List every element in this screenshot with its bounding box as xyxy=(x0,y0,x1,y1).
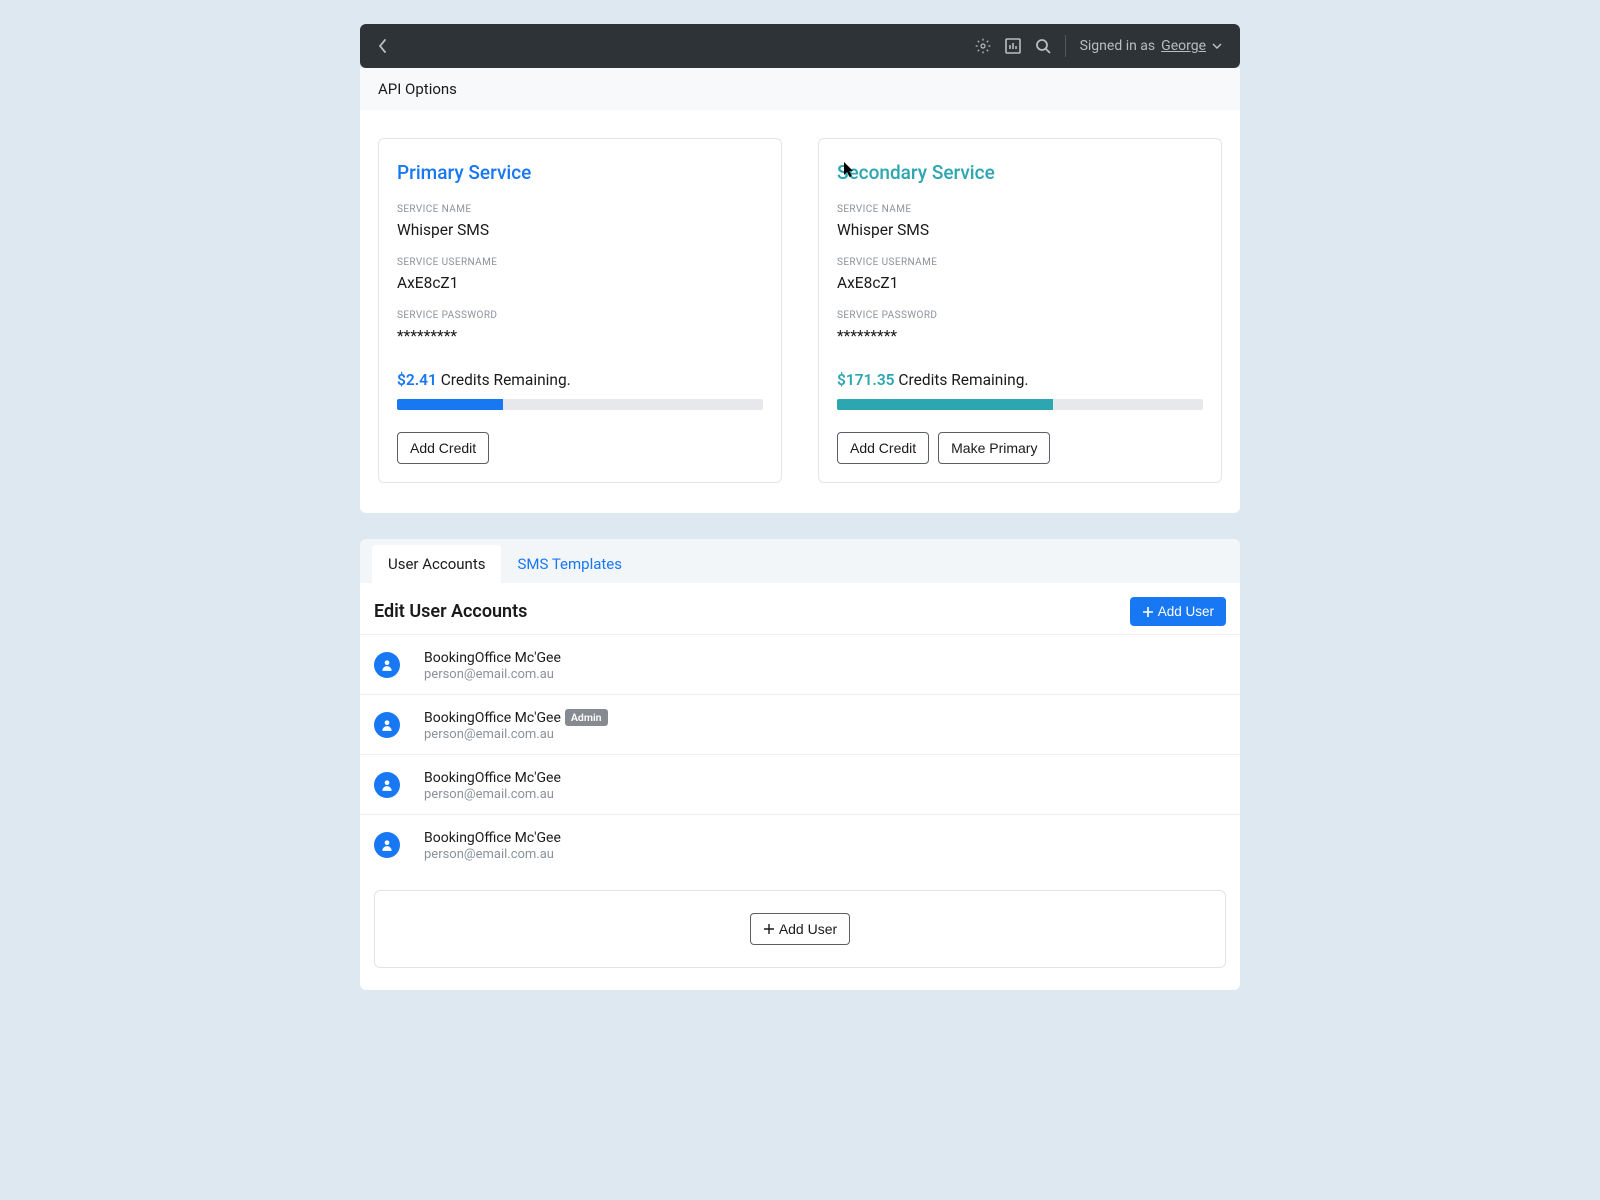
service-password: ********* xyxy=(837,327,1203,345)
tab-user-accounts[interactable]: User Accounts xyxy=(372,545,501,583)
label-service-password: SERVICE PASSWORD xyxy=(397,310,763,321)
credits-amount: $171.35 xyxy=(837,371,895,389)
admin-badge: Admin xyxy=(565,709,608,726)
secondary-service-card: Secondary Service SERVICE NAME Whisper S… xyxy=(818,138,1222,483)
add-credit-button[interactable]: Add Credit xyxy=(837,432,929,464)
user-row[interactable]: BookingOffice Mc'GeeAdminperson@email.co… xyxy=(360,694,1240,754)
user-row[interactable]: BookingOffice Mc'Geeperson@email.com.au xyxy=(360,814,1240,874)
user-row[interactable]: BookingOffice Mc'Geeperson@email.com.au xyxy=(360,634,1240,694)
primary-service-card: Primary Service SERVICE NAME Whisper SMS… xyxy=(378,138,782,483)
user-email: person@email.com.au xyxy=(424,667,565,682)
credits-line: $171.35 Credits Remaining. xyxy=(837,371,1203,389)
tabs: User Accounts SMS Templates xyxy=(360,539,1240,583)
add-user-box: Add User xyxy=(374,890,1226,968)
chart-icon[interactable] xyxy=(1005,38,1021,54)
plus-icon xyxy=(763,923,775,935)
label-service-username: SERVICE USERNAME xyxy=(397,257,763,268)
progress-bar xyxy=(397,399,763,410)
user-name: BookingOffice Mc'Gee xyxy=(424,650,561,666)
credits-amount: $2.41 xyxy=(397,371,437,389)
person-icon xyxy=(380,658,394,672)
credits-suffix: Credits Remaining. xyxy=(898,371,1028,389)
user-row[interactable]: BookingOffice Mc'Geeperson@email.com.au xyxy=(360,754,1240,814)
add-credit-button[interactable]: Add Credit xyxy=(397,432,489,464)
progress-fill xyxy=(397,399,503,410)
chevron-down-icon xyxy=(1212,43,1222,49)
username: George xyxy=(1161,38,1206,54)
user-email: person@email.com.au xyxy=(424,727,608,742)
label-service-name: SERVICE NAME xyxy=(397,204,763,215)
add-user-label: Add User xyxy=(779,921,837,937)
user-email: person@email.com.au xyxy=(424,847,565,862)
topbar: Signed in as George xyxy=(360,24,1240,68)
service-username: AxE8cZ1 xyxy=(397,274,763,292)
service-password: ********* xyxy=(397,327,763,345)
service-title: Primary Service xyxy=(397,161,763,184)
avatar xyxy=(374,652,400,678)
make-primary-button[interactable]: Make Primary xyxy=(938,432,1050,464)
avatar xyxy=(374,772,400,798)
avatar xyxy=(374,712,400,738)
label-service-password: SERVICE PASSWORD xyxy=(837,310,1203,321)
back-icon[interactable] xyxy=(378,38,387,54)
person-icon xyxy=(380,718,394,732)
tab-sms-templates[interactable]: SMS Templates xyxy=(501,545,638,583)
progress-bar xyxy=(837,399,1203,410)
accounts-panel: User Accounts SMS Templates Edit User Ac… xyxy=(360,539,1240,990)
person-icon xyxy=(380,778,394,792)
plus-icon xyxy=(1142,606,1154,618)
signed-in-label: Signed in as xyxy=(1080,38,1156,54)
divider xyxy=(1065,35,1066,57)
user-email: person@email.com.au xyxy=(424,787,565,802)
section-title: Edit User Accounts xyxy=(374,601,527,622)
credits-line: $2.41 Credits Remaining. xyxy=(397,371,763,389)
add-user-button-top[interactable]: Add User xyxy=(1130,597,1226,626)
panel-title: API Options xyxy=(360,68,1240,110)
avatar xyxy=(374,832,400,858)
person-icon xyxy=(380,838,394,852)
user-name: BookingOffice Mc'Gee xyxy=(424,710,561,726)
user-name: BookingOffice Mc'Gee xyxy=(424,770,561,786)
add-user-button-bottom[interactable]: Add User xyxy=(750,913,850,945)
credits-suffix: Credits Remaining. xyxy=(441,371,571,389)
service-title: Secondary Service xyxy=(837,161,1203,184)
add-user-label: Add User xyxy=(1158,604,1214,619)
label-service-name: SERVICE NAME xyxy=(837,204,1203,215)
user-name: BookingOffice Mc'Gee xyxy=(424,830,561,846)
progress-fill xyxy=(837,399,1053,410)
search-icon[interactable] xyxy=(1035,38,1051,54)
service-name: Whisper SMS xyxy=(837,221,1203,239)
api-options-panel: API Options Primary Service SERVICE NAME… xyxy=(360,68,1240,513)
service-name: Whisper SMS xyxy=(397,221,763,239)
gear-icon[interactable] xyxy=(975,38,991,54)
service-username: AxE8cZ1 xyxy=(837,274,1203,292)
label-service-username: SERVICE USERNAME xyxy=(837,257,1203,268)
user-menu[interactable]: Signed in as George xyxy=(1080,38,1222,54)
